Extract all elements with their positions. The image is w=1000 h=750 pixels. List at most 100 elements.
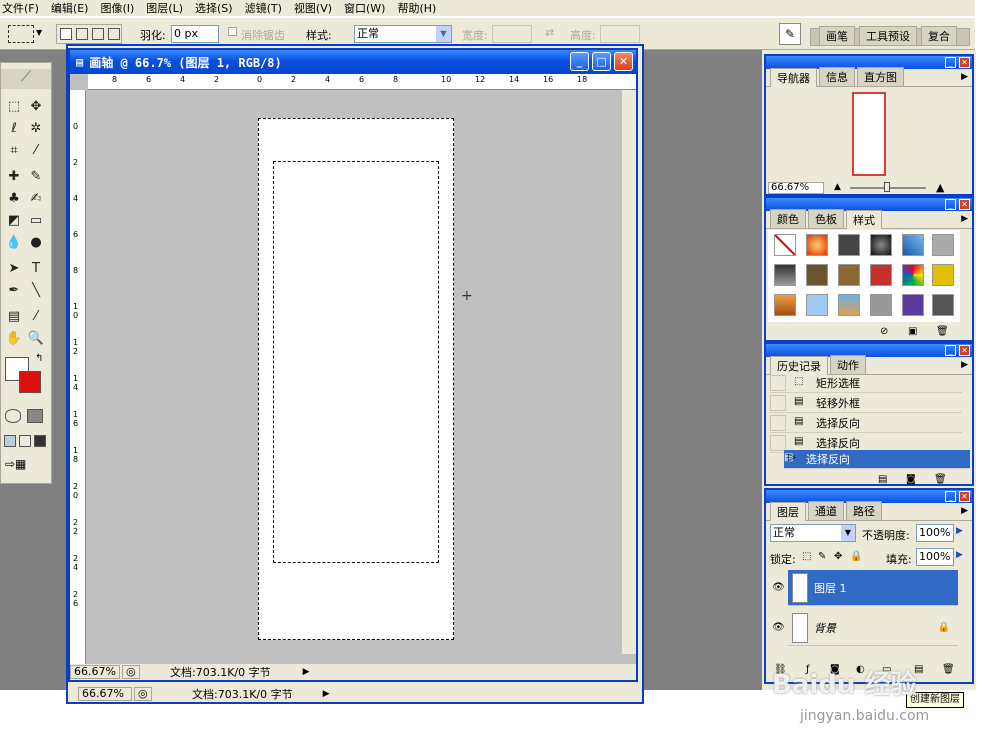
menu-filter[interactable]: 滤镜(T) [245, 0, 282, 16]
well-tab-brushes[interactable]: 画笔 [819, 26, 855, 45]
zoom-out-icon[interactable]: ▲ [834, 182, 841, 192]
move-tool-icon[interactable]: ✥ [27, 97, 45, 115]
style-swatch[interactable] [932, 234, 954, 256]
menu-layer[interactable]: 图层(L) [146, 0, 183, 16]
lasso-tool-icon[interactable]: ℓ [5, 119, 23, 137]
maximize-icon[interactable]: □ [592, 52, 611, 71]
pen-tool-icon[interactable]: ✒ [5, 281, 23, 299]
style-swatch[interactable] [806, 264, 828, 286]
tab-navigator[interactable]: 导航器 [770, 68, 817, 87]
clone-stamp-icon[interactable]: ♣ [5, 189, 23, 207]
history-item[interactable]: ▤ 轻移外框 [770, 394, 962, 413]
style-none-swatch[interactable] [774, 234, 796, 256]
chevron-down-icon[interactable]: ▼ [36, 28, 42, 37]
new-snapshot-icon[interactable]: ◙ [906, 474, 916, 485]
standard-mode-icon[interactable] [5, 409, 21, 423]
eye-icon[interactable]: 👁 [772, 582, 785, 593]
swap-icon[interactable]: ⇄ [545, 26, 554, 39]
style-swatch[interactable] [838, 264, 860, 286]
tab-info[interactable]: 信息 [819, 67, 855, 86]
new-document-from-state-icon[interactable]: ▤ [878, 474, 887, 485]
hand-tool-icon[interactable]: ✋ [5, 329, 23, 347]
subtract-selection-icon[interactable] [92, 28, 104, 40]
style-swatch[interactable] [932, 264, 954, 286]
close-icon[interactable]: ✕ [614, 52, 633, 71]
minimize-icon[interactable]: _ [570, 52, 589, 71]
menu-image[interactable]: 图像(I) [100, 0, 134, 16]
style-swatch[interactable] [902, 234, 924, 256]
fill-input[interactable]: 100% [916, 548, 954, 566]
style-swatch[interactable] [806, 234, 828, 256]
feather-input[interactable]: 0 px [171, 25, 219, 43]
chevron-down-icon[interactable]: ▼ [841, 525, 855, 541]
menu-select[interactable]: 选择(S) [195, 0, 233, 16]
style-swatch[interactable] [932, 294, 954, 316]
path-selection-icon[interactable]: ➤ [5, 259, 23, 277]
history-source-box[interactable] [770, 415, 786, 431]
dodge-tool-icon[interactable]: ● [27, 233, 45, 251]
close-icon[interactable]: ✕ [959, 199, 970, 210]
tab-styles[interactable]: 样式 [846, 210, 882, 229]
blend-mode-select[interactable]: 正常 ▼ [770, 524, 856, 542]
intersect-selection-icon[interactable] [108, 28, 120, 40]
tab-history[interactable]: 历史记录 [770, 356, 828, 375]
navigator-thumbnail[interactable] [852, 92, 886, 176]
style-swatch[interactable] [774, 264, 796, 286]
eraser-tool-icon[interactable]: ◩ [5, 211, 23, 229]
style-swatch[interactable] [870, 264, 892, 286]
quick-mask-icon[interactable] [27, 409, 43, 423]
minimize-icon[interactable]: _ [945, 345, 956, 356]
tab-histogram[interactable]: 直方图 [857, 67, 904, 86]
style-swatch[interactable] [838, 234, 860, 256]
background-color-swatch[interactable] [19, 371, 41, 393]
well-tab-tool-presets[interactable]: 工具预设 [859, 26, 917, 45]
layer-row-selected[interactable]: 图层 1 [788, 570, 958, 606]
new-style-icon[interactable]: ▣ [908, 326, 917, 337]
zoom-readout[interactable]: 66.67% [70, 665, 120, 679]
crop-tool-icon[interactable]: ⌗ [5, 141, 23, 159]
blur-tool-icon[interactable]: 💧 [5, 233, 23, 251]
layer-row[interactable]: 背景 🔒 [788, 610, 958, 646]
style-swatch[interactable] [870, 234, 892, 256]
menu-file[interactable]: 文件(F) [2, 0, 39, 16]
tab-actions[interactable]: 动作 [830, 355, 866, 374]
zoom-readout-back[interactable]: 66.67% [78, 687, 132, 701]
trash-icon[interactable]: 🗑 [934, 474, 947, 485]
status-menu-icon[interactable]: ◎ [122, 665, 140, 679]
file-browser-icon[interactable]: ✎ [779, 23, 801, 45]
new-selection-icon[interactable] [60, 28, 72, 40]
fill-arrow-icon[interactable]: ▶ [956, 550, 963, 560]
close-icon[interactable]: ✕ [959, 57, 970, 68]
clear-style-icon[interactable]: ⊘ [880, 326, 888, 337]
history-source-box[interactable] [770, 435, 786, 451]
add-selection-icon[interactable] [76, 28, 88, 40]
history-source-box[interactable] [770, 395, 786, 411]
style-swatch[interactable] [838, 294, 860, 316]
chevron-down-icon[interactable]: ▼ [436, 26, 451, 42]
navigator-slider-thumb[interactable] [884, 182, 890, 192]
lock-all-icon[interactable]: 🔒 [850, 551, 862, 562]
menu-help[interactable]: 帮助(H) [397, 0, 436, 16]
panel-menu-icon[interactable]: ▶ [961, 506, 968, 516]
opacity-input[interactable]: 100% [916, 524, 954, 542]
style-select[interactable]: 正常 ▼ [354, 25, 452, 43]
tab-paths[interactable]: 路径 [846, 501, 882, 520]
trash-icon[interactable]: 🗑 [942, 664, 955, 675]
opacity-arrow-icon[interactable]: ▶ [956, 526, 963, 536]
close-icon[interactable]: ✕ [959, 345, 970, 356]
style-swatch[interactable] [902, 264, 924, 286]
notes-tool-icon[interactable]: ▤ [5, 307, 23, 325]
menu-window[interactable]: 窗口(W) [344, 0, 385, 16]
history-item[interactable]: ⬚ 矩形选框 [770, 374, 962, 393]
screen-mode-standard-icon[interactable] [4, 435, 16, 447]
brush-tool-icon[interactable]: ✎ [27, 167, 45, 185]
well-tab-comps[interactable]: 复合 [921, 26, 957, 45]
width-input[interactable] [492, 25, 532, 43]
magic-wand-icon[interactable]: ✲ [27, 119, 45, 137]
tab-swatches[interactable]: 色板 [808, 209, 844, 228]
tab-color[interactable]: 颜色 [770, 209, 806, 228]
menu-edit[interactable]: 编辑(E) [51, 0, 89, 16]
document-titlebar[interactable]: ▤ 画轴 @ 66.7% (图层 1, RGB/8) [70, 50, 636, 74]
trash-icon[interactable]: 🗑 [936, 326, 949, 337]
status-menu-icon[interactable]: ◎ [134, 687, 152, 701]
